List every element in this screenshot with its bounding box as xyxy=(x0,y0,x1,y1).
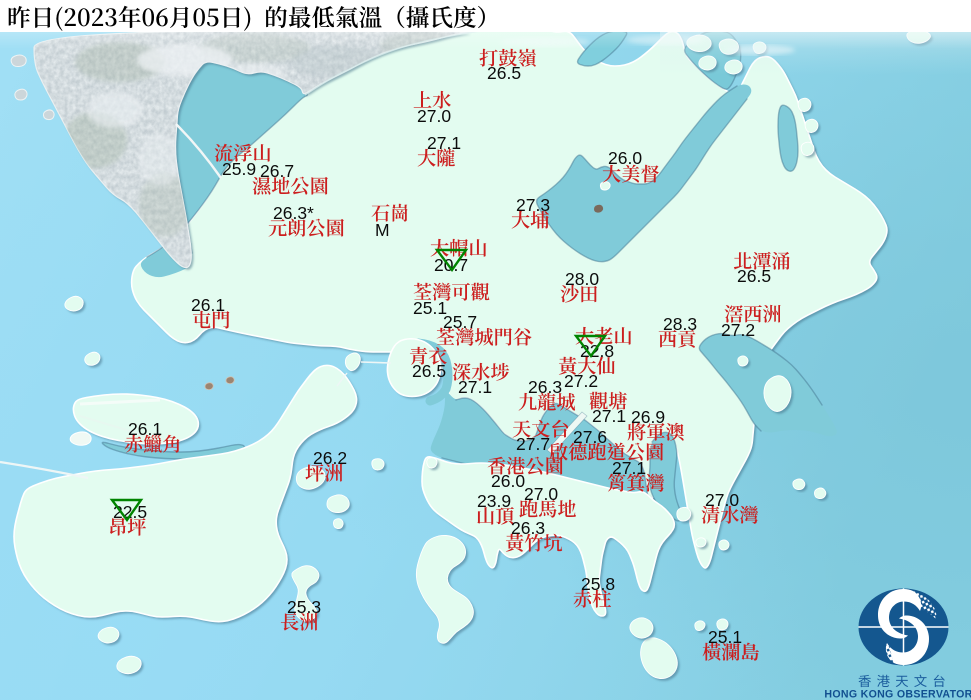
svg-text:25.7: 25.7 xyxy=(443,312,477,332)
svg-text:28.0: 28.0 xyxy=(565,269,599,289)
svg-text:27.3: 27.3 xyxy=(516,195,550,215)
svg-text:28.3: 28.3 xyxy=(663,314,697,334)
svg-text:26.0: 26.0 xyxy=(608,148,642,168)
svg-text:27.1: 27.1 xyxy=(612,458,646,478)
svg-text:26.3: 26.3 xyxy=(511,518,545,538)
svg-text:27.6: 27.6 xyxy=(573,427,607,447)
svg-text:25.8: 25.8 xyxy=(581,574,615,594)
svg-text:27.0: 27.0 xyxy=(705,490,739,510)
svg-text:26.7: 26.7 xyxy=(260,161,294,181)
svg-text:26.5: 26.5 xyxy=(487,63,521,83)
svg-text:26.5: 26.5 xyxy=(412,361,446,381)
svg-text:26.2: 26.2 xyxy=(313,448,347,468)
svg-text:25.1: 25.1 xyxy=(413,298,447,318)
svg-text:26.1: 26.1 xyxy=(191,295,225,315)
svg-text:26.0: 26.0 xyxy=(491,471,525,491)
svg-text:22.8: 22.8 xyxy=(580,341,614,361)
svg-text:20.7: 20.7 xyxy=(434,255,468,275)
svg-text:27.2: 27.2 xyxy=(721,320,755,340)
svg-text:26.9: 26.9 xyxy=(631,407,665,427)
svg-text:25.1: 25.1 xyxy=(708,627,742,647)
svg-text:23.9: 23.9 xyxy=(477,491,511,511)
svg-text:26.3: 26.3 xyxy=(528,377,562,397)
svg-text:26.5: 26.5 xyxy=(737,266,771,286)
svg-text:27.1: 27.1 xyxy=(458,377,492,397)
svg-text:27.0: 27.0 xyxy=(417,106,451,126)
svg-text:26.1: 26.1 xyxy=(128,419,162,439)
svg-text:27.1: 27.1 xyxy=(592,406,626,426)
svg-text:25.3: 25.3 xyxy=(287,597,321,617)
svg-text:M: M xyxy=(375,220,390,240)
svg-text:27.7: 27.7 xyxy=(516,434,550,454)
svg-text:22.5: 22.5 xyxy=(113,502,147,522)
svg-text:27.0: 27.0 xyxy=(524,484,558,504)
svg-text:27.1: 27.1 xyxy=(427,133,461,153)
svg-text:HONG KONG OBSERVATORY: HONG KONG OBSERVATORY xyxy=(824,689,971,700)
svg-text:25.9: 25.9 xyxy=(222,159,256,179)
svg-text:26.3*: 26.3* xyxy=(273,203,314,223)
svg-text:27.2: 27.2 xyxy=(564,371,598,391)
